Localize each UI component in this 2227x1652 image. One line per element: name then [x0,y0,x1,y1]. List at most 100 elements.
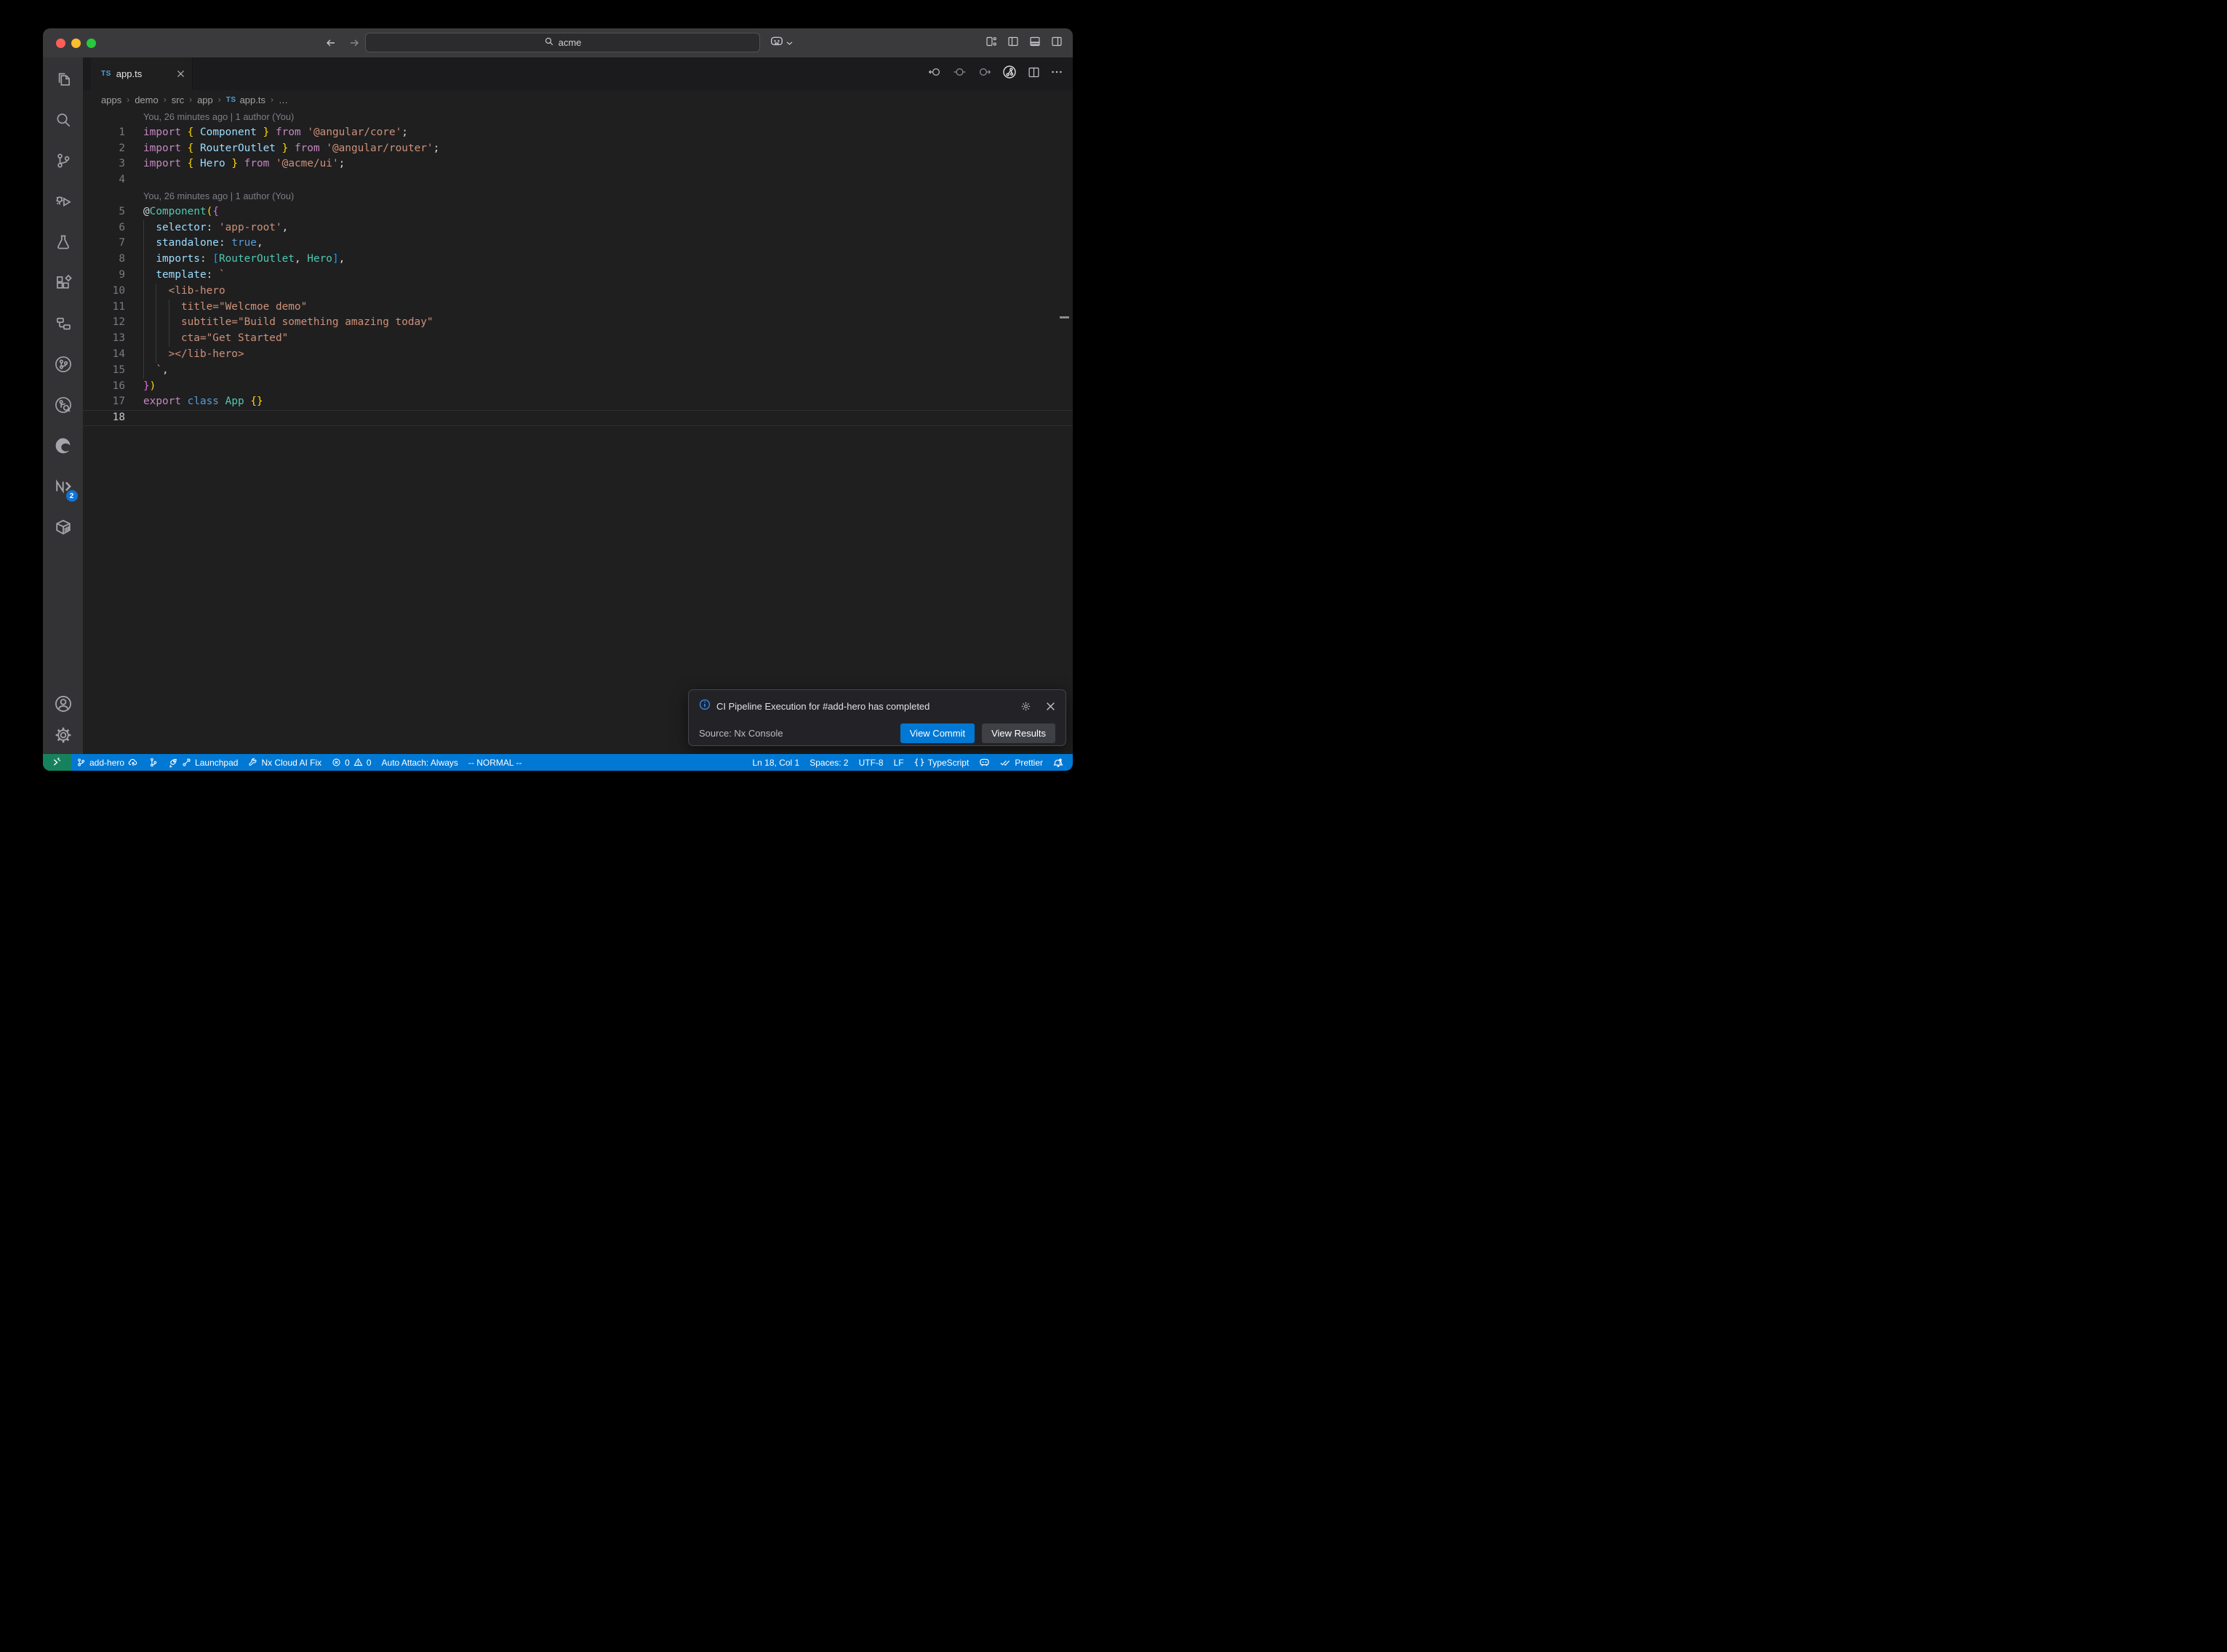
code-line-9[interactable]: 9 template: ` [83,268,1073,284]
notification-gear-icon[interactable] [1020,701,1031,712]
project-boxes-icon[interactable] [47,307,79,340]
vscode-window: acme 2 [43,28,1073,771]
line-number: 11 [83,300,125,316]
indent-guide [143,331,144,347]
navigate-current-circle-icon[interactable] [953,66,967,81]
copilot-menu-button[interactable] [770,36,793,51]
code-line-2[interactable]: 2import { RouterOutlet } from '@angular/… [83,141,1073,157]
nx-cloud-ai-fix-status-item[interactable]: Nx Cloud AI Fix [243,754,327,771]
prettier-status-item[interactable]: Prettier [995,754,1048,771]
code-line-1[interactable]: 1import { Component } from '@angular/cor… [83,125,1073,141]
vim-mode-status-item[interactable]: -- NORMAL -- [463,754,527,771]
breadcrumb-separator: › [189,95,192,105]
status-bar: add-hero LaunchpadNx Cloud AI Fix00Auto A… [43,754,1073,771]
code-line-5[interactable]: 5@Component({ [83,204,1073,220]
tab-app-ts[interactable]: TS app.ts [91,57,193,90]
run-and-debug-icon[interactable] [47,185,79,218]
cursor-position-status-item[interactable]: Ln 18, Col 1 [748,754,805,771]
commit-graph-status-item[interactable] [143,754,163,771]
explorer-icon[interactable] [47,63,79,96]
code-line-11[interactable]: 11 title="Welcmoe demo" [83,300,1073,316]
indent-guide [143,315,144,331]
breadcrumb-item-demo[interactable]: demo [135,95,159,105]
source-control-icon[interactable] [47,144,79,177]
containers-icon[interactable] [47,510,79,544]
indent-guide [143,252,144,268]
git-branch-status-item[interactable]: add-hero [71,754,143,771]
launchpad-status-item[interactable]: Launchpad [163,754,243,771]
zoom-window-button[interactable] [87,39,96,48]
line-number: 8 [83,252,125,268]
code-line-15[interactable]: 15 `, [83,363,1073,379]
minimize-window-button[interactable] [71,39,81,48]
auto-attach-status-item[interactable]: Auto Attach: Always [377,754,463,771]
navigate-forward-button[interactable] [348,38,360,48]
git-branch-icon [76,758,86,767]
navigate-forward-circle-icon[interactable] [977,66,991,81]
breadcrumb-item-app[interactable]: app [197,95,213,105]
notification-close-icon[interactable] [1046,702,1055,711]
info-icon [699,699,711,714]
notifications-bell-status-item[interactable] [1048,754,1068,771]
breadcrumb-item-apps[interactable]: apps [101,95,121,105]
gitlens-icon[interactable] [47,348,79,381]
extensions-icon[interactable] [47,266,79,300]
problems-status-item[interactable]: 00 [327,754,376,771]
code-line-18[interactable]: 18 [83,410,1073,426]
line-number: 14 [83,347,125,363]
customize-layout-icon[interactable] [985,36,997,51]
code-line-7[interactable]: 7 standalone: true, [83,236,1073,252]
edge-browser-icon[interactable] [47,429,79,462]
breadcrumb-item-app.ts[interactable]: TSapp.ts [226,95,265,105]
line-number: 6 [83,220,125,236]
more-actions-icon[interactable] [1051,66,1063,81]
toggle-secondary-sidebar-icon[interactable] [1051,36,1063,51]
chevron-down-icon [786,36,793,49]
copilot-status-item[interactable] [974,754,995,771]
toggle-primary-sidebar-icon[interactable] [1007,36,1019,51]
split-editor-icon[interactable] [1028,66,1040,82]
breadcrumb-item-src[interactable]: src [172,95,184,105]
gitlens-inspect-icon[interactable] [47,388,79,422]
code-line-3[interactable]: 3import { Hero } from '@acme/ui'; [83,156,1073,172]
code-editor[interactable]: You, 26 minutes ago | 1 author (You) 1imp… [83,109,1073,754]
nx-console-icon[interactable]: 2 [47,470,79,503]
breadcrumb-separator: › [164,95,167,105]
settings-gear-icon[interactable] [54,726,73,748]
eol-sequence-status-item[interactable]: LF [889,754,909,771]
search-icon[interactable] [47,103,79,137]
indent-guide [143,284,144,300]
code-line-16[interactable]: 16}) [83,379,1073,395]
indent-guide [143,300,144,316]
code-line-13[interactable]: 13 cta="Get Started" [83,331,1073,347]
code-line-10[interactable]: 10 <lib-hero [83,284,1073,300]
navigate-back-button[interactable] [325,38,337,48]
code-line-4[interactable]: 4 [83,172,1073,188]
testing-icon[interactable] [47,225,79,259]
language-mode-status-item[interactable]: TypeScript [909,754,975,771]
close-tab-icon[interactable] [177,70,185,78]
commit-graph-circle-icon[interactable] [1002,65,1017,83]
code-line-6[interactable]: 6 selector: 'app-root', [83,220,1073,236]
line-number: 17 [83,394,125,410]
code-line-8[interactable]: 8 imports: [RouterOutlet, Hero], [83,252,1073,268]
toggle-panel-icon[interactable] [1029,36,1041,51]
wrench-icon [248,758,257,767]
encoding-status-item[interactable]: UTF-8 [854,754,889,771]
double-check-icon [1000,758,1011,767]
indentation-status-item[interactable]: Spaces: 2 [804,754,853,771]
code-line-12[interactable]: 12 subtitle="Build something amazing tod… [83,315,1073,331]
account-icon[interactable] [54,694,73,717]
notification-source: Source: Nx Console [699,728,900,739]
breadcrumb-item-[interactable]: … [279,95,288,105]
code-line-14[interactable]: 14 ></lib-hero> [83,347,1073,363]
command-center-search[interactable]: acme [365,33,760,52]
remote-indicator-status-item[interactable] [43,754,71,771]
view-commit-button[interactable]: View Commit [900,723,975,743]
view-results-button[interactable]: View Results [982,723,1055,743]
close-window-button[interactable] [56,39,65,48]
line-number: 13 [83,331,125,347]
navigate-back-circle-icon[interactable] [928,66,942,81]
blame-annotation: You, 26 minutes ago | 1 author (You) [83,188,1073,204]
code-line-17[interactable]: 17export class App {} [83,394,1073,410]
